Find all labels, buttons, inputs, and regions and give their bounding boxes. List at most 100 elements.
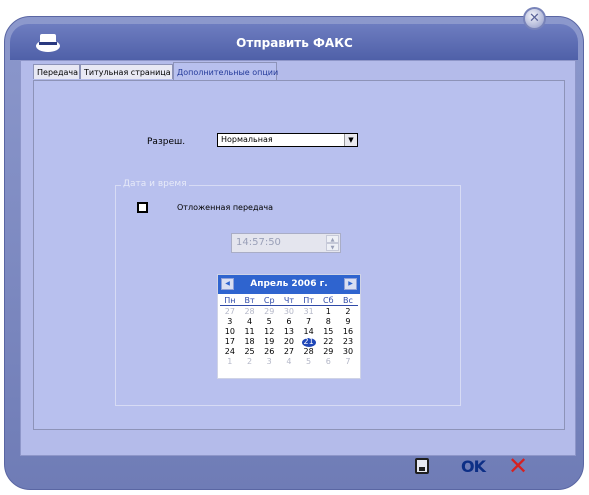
calendar-day[interactable]: 5 — [299, 357, 319, 367]
calendar-day[interactable]: 2 — [240, 357, 260, 367]
calendar-week-row: 3 4 5 6 7 8 9 — [220, 317, 358, 327]
calendar-day-label: 8 — [325, 317, 331, 326]
calendar-day-label: 25 — [244, 347, 255, 356]
calendar-title: Апрель 2006 г. — [250, 279, 328, 289]
calendar-day[interactable]: 9 — [338, 317, 358, 327]
calendar-day-label: 22 — [323, 337, 334, 346]
calendar-weekday: Сб — [323, 296, 334, 305]
calendar-day-label: 24 — [224, 347, 235, 356]
calendar-day[interactable]: 26 — [259, 347, 279, 357]
resolution-select[interactable]: Нормальная ▼ — [217, 133, 358, 147]
tab-advanced-options[interactable]: Дополнительные опции — [173, 62, 278, 80]
chevron-down-icon[interactable]: ▼ — [344, 134, 357, 146]
calendar-day[interactable]: 7 — [338, 357, 358, 367]
close-x-icon[interactable]: ✕ — [508, 452, 528, 480]
calendar-day[interactable]: 20 — [279, 337, 299, 347]
calendar-day-label: 9 — [345, 317, 351, 326]
datetime-group-title: Дата и время — [121, 179, 189, 189]
calendar-day-label: 26 — [264, 347, 275, 356]
calendar-day[interactable]: 27 — [220, 307, 240, 317]
calendar-day-label: 11 — [244, 327, 255, 336]
calendar-day[interactable]: 5 — [259, 317, 279, 327]
deferred-label: Отложенная передача — [177, 203, 274, 212]
calendar-day[interactable]: 10 — [220, 327, 240, 337]
calendar-day[interactable]: 16 — [338, 327, 358, 337]
calendar-day[interactable]: 17 — [220, 337, 240, 347]
calendar-weekday: Вт — [244, 296, 255, 305]
calendar-day[interactable]: 25 — [240, 347, 260, 357]
tab-transmission[interactable]: Передача — [33, 64, 80, 79]
calendar-day-label: 5 — [266, 317, 272, 326]
ok-button[interactable]: OK — [461, 457, 486, 476]
calendar-day[interactable]: 1 — [220, 357, 240, 367]
calendar-day[interactable]: 7 — [299, 317, 319, 327]
calendar-day[interactable]: 4 — [279, 357, 299, 367]
calendar-day-label: 29 — [264, 307, 275, 316]
calendar-day[interactable]: 31 — [299, 307, 319, 317]
calendar-day[interactable]: 6 — [318, 357, 338, 367]
calendar-day[interactable]: 29 — [318, 347, 338, 357]
calendar-day-label: 7 — [306, 317, 312, 326]
next-month-icon[interactable]: ▶ — [344, 278, 357, 290]
calendar-weekday: Пт — [303, 296, 314, 305]
calendar-day[interactable]: 13 — [279, 327, 299, 337]
calendar-day[interactable]: 14 — [299, 327, 319, 337]
calendar-day[interactable]: 24 — [220, 347, 240, 357]
calendar-day[interactable]: 3 — [220, 317, 240, 327]
calendar-day[interactable]: 22 — [318, 337, 338, 347]
calendar-day[interactable]: 19 — [259, 337, 279, 347]
calendar-day-label: 17 — [224, 337, 235, 346]
calendar-day[interactable]: 11 — [240, 327, 260, 337]
calendar-day[interactable]: 12 — [259, 327, 279, 337]
calendar-day-label: 20 — [283, 337, 294, 346]
spin-up-icon[interactable]: ▲ — [326, 235, 339, 243]
calendar-day-label: 28 — [244, 307, 255, 316]
calendar-day-label: 30 — [283, 307, 294, 316]
calendar-day[interactable]: 1 — [318, 307, 338, 317]
calendar-day[interactable]: 4 — [240, 317, 260, 327]
calendar-week-row: 1 2 3 4 5 6 7 — [220, 357, 358, 367]
calendar-weekday: Чт — [283, 296, 294, 305]
calendar-day[interactable]: 18 — [240, 337, 260, 347]
time-spinner[interactable]: ▲ ▼ — [326, 235, 339, 251]
calendar-grid: Пн Вт Ср Чт Пт Сб Вс 27 28 29 30 31 1 2 3 4 5 6 7 8 9 10 11 12 1… — [220, 296, 358, 367]
calendar-day-label: 7 — [345, 357, 351, 366]
calendar[interactable]: ◀ Апрель 2006 г. ▶ Пн Вт Ср Чт Пт Сб Вс 27 28 29 3… — [217, 274, 361, 379]
calendar-day[interactable]: 30 — [279, 307, 299, 317]
calendar-week-row: 10 11 12 13 14 15 16 — [220, 327, 358, 337]
calendar-day[interactable]: 30 — [338, 347, 358, 357]
deferred-checkbox[interactable] — [137, 202, 148, 213]
calendar-day[interactable]: 2 — [338, 307, 358, 317]
calendar-week-row: 24 25 26 27 28 29 30 — [220, 347, 358, 357]
calendar-day[interactable]: 28 — [299, 347, 319, 357]
calendar-day-label: 30 — [342, 347, 354, 356]
calendar-day-label: 16 — [342, 327, 354, 336]
calendar-week-row: 17 18 19 20 21 22 23 — [220, 337, 358, 347]
calendar-day[interactable]: 27 — [279, 347, 299, 357]
floppy-disk-icon[interactable] — [415, 458, 429, 474]
calendar-day[interactable]: 6 — [279, 317, 299, 327]
calendar-day-label: 14 — [303, 327, 314, 336]
window-title: Отправить ФАКС — [236, 36, 353, 50]
calendar-day[interactable]: 23 — [338, 337, 358, 347]
calendar-day-selected[interactable]: 21 — [299, 337, 319, 347]
calendar-day[interactable]: 8 — [318, 317, 338, 327]
calendar-day[interactable]: 15 — [318, 327, 338, 337]
calendar-day[interactable]: 28 — [240, 307, 260, 317]
time-input[interactable]: 14:57:50 ▲ ▼ — [231, 233, 341, 253]
calendar-day-label: 4 — [286, 357, 292, 366]
calendar-day[interactable]: 29 — [259, 307, 279, 317]
calendar-weekday-row: Пн Вт Ср Чт Пт Сб Вс — [220, 296, 358, 306]
close-icon[interactable]: ✕ — [523, 7, 546, 30]
calendar-day-label: 18 — [244, 337, 255, 346]
tab-cover-page[interactable]: Титульная страница — [80, 64, 173, 79]
spin-down-icon[interactable]: ▼ — [326, 243, 339, 251]
calendar-day-label: 27 — [283, 347, 294, 356]
calendar-day-label: 21 — [303, 337, 314, 346]
calendar-weekday: Пн — [224, 296, 236, 305]
calendar-day-label: 13 — [283, 327, 294, 336]
calendar-day-label: 1 — [227, 357, 233, 366]
time-value: 14:57:50 — [236, 237, 281, 248]
calendar-day-label: 29 — [323, 347, 334, 356]
calendar-day[interactable]: 3 — [259, 357, 279, 367]
